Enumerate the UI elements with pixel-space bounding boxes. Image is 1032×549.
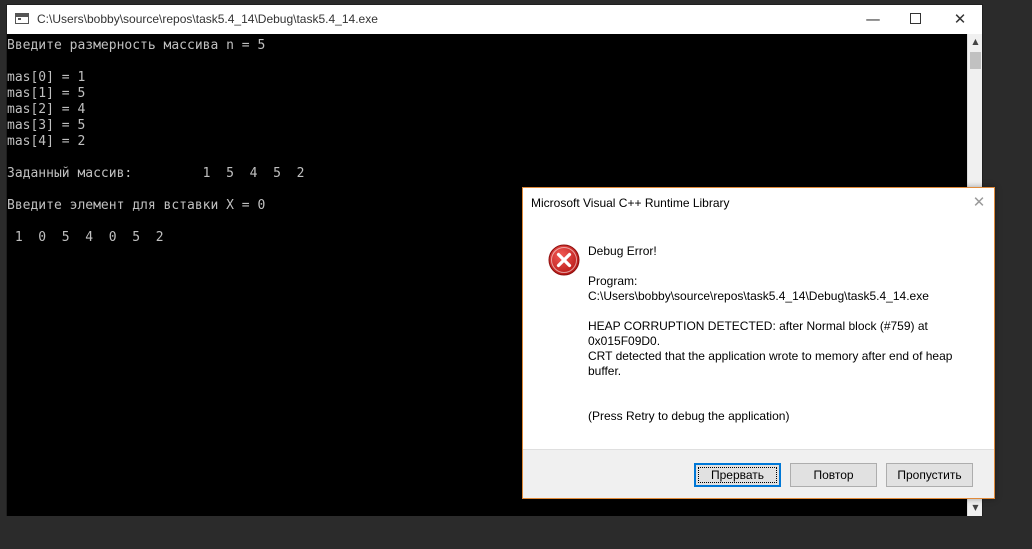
dialog-message: Debug Error! Program: C:\Users\bobby\sou…	[588, 244, 973, 424]
error-text-line-4: buffer.	[588, 364, 622, 378]
scroll-up-arrow-icon[interactable]: ▲	[968, 34, 983, 50]
console-titlebar[interactable]: C:\Users\bobby\source\repos\task5.4_14\D…	[7, 5, 982, 34]
dialog-button-bar: Прервать Повтор Пропустить	[523, 449, 994, 498]
maximize-icon	[909, 13, 921, 24]
minimize-button[interactable]: —	[850, 5, 896, 34]
ignore-button-label: Пропустить	[897, 468, 962, 482]
error-text-line-2: 0x015F09D0.	[588, 334, 661, 348]
console-window-title: C:\Users\bobby\source\repos\task5.4_14\D…	[37, 12, 378, 26]
debug-error-dialog: Microsoft Visual C++ Runtime Library ✕ D…	[522, 187, 995, 499]
scroll-down-arrow-icon[interactable]: ▼	[968, 500, 983, 516]
abort-button[interactable]: Прервать	[694, 463, 781, 487]
console-app-icon[interactable]	[15, 13, 29, 24]
console-output-text: Введите размерность массива n = 5 mas[0]…	[7, 38, 305, 245]
error-icon	[548, 244, 580, 276]
focus-rectangle	[698, 467, 777, 483]
error-text-line-1: HEAP CORRUPTION DETECTED: after Normal b…	[588, 319, 928, 333]
ignore-button[interactable]: Пропустить	[886, 463, 973, 487]
close-button[interactable]: ✕	[937, 5, 983, 34]
scroll-thumb[interactable]	[970, 52, 981, 69]
error-heading: Debug Error!	[588, 244, 657, 258]
program-path: C:\Users\bobby\source\repos\task5.4_14\D…	[588, 289, 929, 303]
program-label: Program:	[588, 274, 638, 288]
dialog-title: Microsoft Visual C++ Runtime Library	[531, 196, 730, 210]
retry-hint: (Press Retry to debug the application)	[588, 409, 790, 423]
retry-button-label: Повтор	[813, 468, 854, 482]
maximize-button[interactable]	[892, 5, 938, 34]
retry-button[interactable]: Повтор	[790, 463, 877, 487]
dialog-close-button[interactable]: ✕	[969, 192, 989, 212]
error-text-line-3: CRT detected that the application wrote …	[588, 349, 953, 363]
